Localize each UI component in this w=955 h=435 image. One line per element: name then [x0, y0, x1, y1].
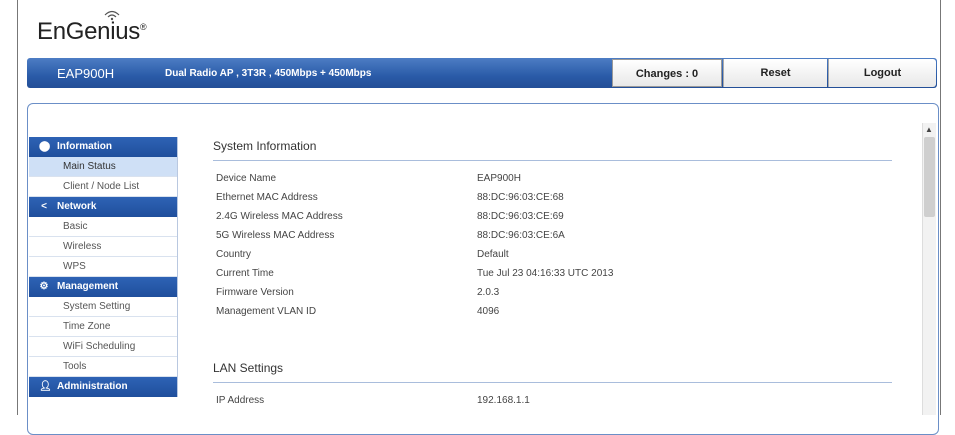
table-row: Firmware Version 2.0.3 [213, 284, 893, 303]
sidebar-item-time-zone[interactable]: Time Zone [29, 317, 177, 337]
system-information-title: System Information [213, 139, 892, 161]
row-value: Default [477, 249, 509, 260]
sidebar: ⬤ Information Main Status Client / Node L… [29, 137, 178, 397]
row-label: 2.4G Wireless MAC Address [216, 211, 343, 222]
row-value: 192.168.1.1 [477, 395, 530, 406]
row-label: Firmware Version [216, 287, 294, 298]
row-value: Tue Jul 23 04:16:33 UTC 2013 [477, 268, 614, 279]
sidebar-item-tools[interactable]: Tools [29, 357, 177, 377]
sidebar-section-network[interactable]: < Network [29, 197, 177, 217]
reset-button[interactable]: Reset [723, 59, 827, 87]
wifi-icon [104, 10, 120, 21]
device-tagline: Dual Radio AP , 3T3R , 450Mbps + 450Mbps [165, 68, 372, 79]
row-value: 88:DC:96:03:CE:6A [477, 230, 565, 241]
row-label: Current Time [216, 268, 274, 279]
row-label: IP Address [216, 395, 265, 406]
scrollbar-thumb[interactable] [924, 137, 935, 217]
system-information-table: Device Name EAP900H Ethernet MAC Address 8… [213, 170, 893, 322]
lan-settings-table: IP Address 192.168.1.1 [213, 392, 893, 411]
table-row: IP Address 192.168.1.1 [213, 392, 893, 411]
share-icon: < [41, 201, 47, 212]
sidebar-item-wps[interactable]: WPS [29, 257, 177, 277]
sidebar-item-system-setting[interactable]: System Setting [29, 297, 177, 317]
gear-icon: ⚙ [39, 281, 49, 292]
model-name: EAP900H [57, 66, 115, 81]
table-row: Ethernet MAC Address 88:DC:96:03:CE:68 [213, 189, 893, 208]
sidebar-item-wifi-scheduling[interactable]: WiFi Scheduling [29, 337, 177, 357]
content-scrollbar[interactable]: ▲ [922, 123, 936, 415]
sidebar-item-client-node-list[interactable]: Client / Node List [29, 177, 177, 197]
content-area: System Information Device Name EAP900H Et… [213, 130, 893, 411]
table-row: Current Time Tue Jul 23 04:16:33 UTC 2013 [213, 265, 893, 284]
sidebar-item-basic[interactable]: Basic [29, 217, 177, 237]
table-row: 2.4G Wireless MAC Address 88:DC:96:03:CE:… [213, 208, 893, 227]
sidebar-section-information[interactable]: ⬤ Information [29, 137, 177, 157]
table-row: Country Default [213, 246, 893, 265]
row-value: 2.0.3 [477, 287, 500, 298]
changes-button[interactable]: Changes : 0 [612, 59, 722, 87]
sidebar-item-main-status[interactable]: Main Status [29, 157, 177, 177]
row-label: Device Name [216, 173, 277, 184]
engenius-logo: EnGenius® [37, 18, 147, 45]
row-value: 88:DC:96:03:CE:68 [477, 192, 564, 203]
row-label: Country [216, 249, 252, 260]
row-value: 88:DC:96:03:CE:69 [477, 211, 564, 222]
header-bar: EAP900H Dual Radio AP , 3T3R , 450Mbps +… [27, 58, 937, 88]
sidebar-item-wireless[interactable]: Wireless [29, 237, 177, 257]
sidebar-section-management[interactable]: ⚙ Management [29, 277, 177, 297]
table-row: Management VLAN ID 4096 [213, 303, 893, 322]
row-label: Management VLAN ID [216, 306, 317, 317]
scroll-up-arrow-icon[interactable]: ▲ [925, 125, 933, 134]
row-value: 4096 [477, 306, 500, 317]
person-icon: 👤︎ [39, 381, 52, 392]
row-value: EAP900H [477, 173, 521, 184]
sidebar-section-administration[interactable]: 👤︎ Administration [29, 377, 177, 397]
row-label: Ethernet MAC Address [216, 192, 318, 203]
info-icon: ⬤ [39, 141, 51, 152]
table-row: 5G Wireless MAC Address 88:DC:96:03:CE:6A [213, 227, 893, 246]
logout-button[interactable]: Logout [828, 59, 936, 87]
row-label: 5G Wireless MAC Address [216, 230, 335, 241]
table-row: Device Name EAP900H [213, 170, 893, 189]
lan-settings-title: LAN Settings [213, 361, 892, 383]
